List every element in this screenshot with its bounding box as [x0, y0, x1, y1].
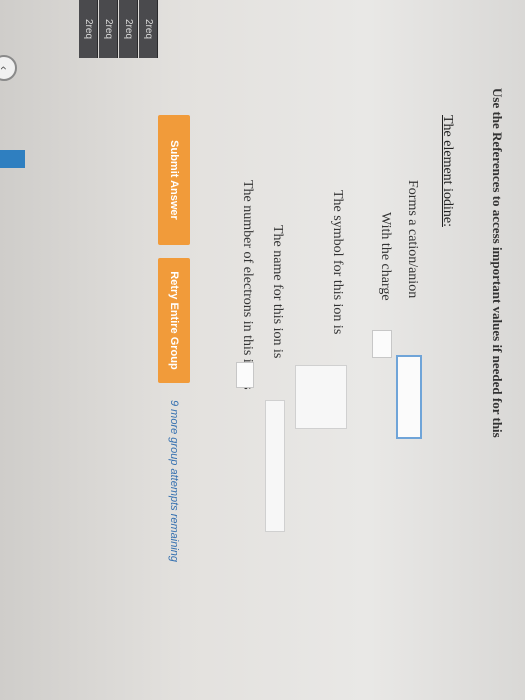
screen: 2req 2req 2req 2req ‹ Use the References…: [0, 0, 525, 700]
collapse-button[interactable]: ‹: [0, 55, 17, 81]
attempts-remaining: 9 more group attempts remaining: [168, 400, 180, 563]
sidebar-tab-label: 2req: [103, 18, 114, 39]
question-heading: The element iodine:: [440, 115, 455, 227]
rotated-content: 2req 2req 2req 2req ‹ Use the References…: [0, 0, 525, 700]
sidebar-accent: [0, 150, 25, 168]
sidebar-tab-label: 2req: [123, 18, 134, 39]
sidebar-tab[interactable]: 2req: [99, 0, 118, 58]
sidebar-tab-label: 2req: [143, 18, 154, 39]
charge-input[interactable]: [372, 330, 392, 358]
symbol-input[interactable]: [295, 365, 347, 429]
cation-anion-input[interactable]: [396, 355, 422, 439]
electrons-label: The number of electrons in this ion is: [240, 180, 255, 390]
cation-anion-label: Forms a cation/anion: [405, 180, 420, 299]
sidebar-tab-label: 2req: [83, 18, 94, 39]
sidebar-tab[interactable]: 2req: [119, 0, 138, 58]
submit-answer-button[interactable]: Submit Answer: [158, 115, 190, 245]
symbol-label: The symbol for this ion is: [330, 190, 345, 335]
name-label: The name for this ion is: [270, 225, 285, 359]
charge-label: With the charge: [378, 212, 393, 301]
references-banner: Use the References to access important v…: [490, 88, 505, 438]
retry-group-button[interactable]: Retry Entire Group: [158, 258, 190, 383]
chevron-left-icon: ‹: [0, 66, 11, 70]
sidebar-tab[interactable]: 2req: [79, 0, 98, 58]
electrons-input[interactable]: [236, 362, 254, 388]
name-input[interactable]: [265, 400, 285, 532]
sidebar-tab[interactable]: 2req: [139, 0, 158, 58]
